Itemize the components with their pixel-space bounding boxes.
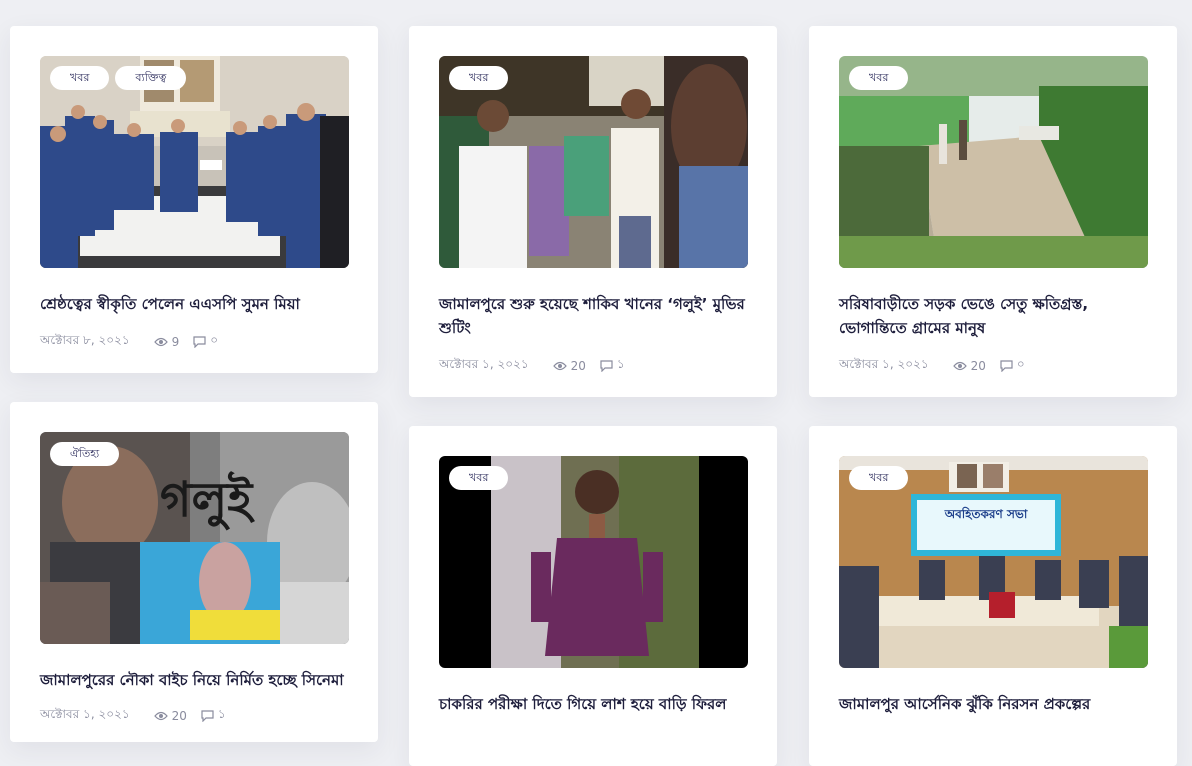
post-title[interactable]: চাকরির পরীক্ষা দিতে গিয়ে লাশ হয়ে বাড়ি…: [439, 692, 747, 716]
views-count: 20: [570, 359, 586, 373]
post-views: 9: [153, 335, 180, 349]
post-meta: অক্টোবর ১, ২০২১ 20 ১: [40, 706, 348, 726]
comment-icon: [600, 360, 613, 372]
tag-list: খবর: [449, 466, 509, 490]
post-thumbnail[interactable]: খবর: [839, 56, 1148, 268]
column-3: খবর সরিষাবাড়ীতে সড়ক ভেঙে সেতু ক্ষতিগ্র…: [809, 26, 1177, 766]
post-thumbnail[interactable]: খবর: [439, 56, 748, 268]
post-meta: অক্টোবর ১, ২০২১ 20 ১: [439, 356, 747, 376]
post-thumbnail[interactable]: অবহিতকরণ সভা খবর: [839, 456, 1148, 668]
post-card: অবহিতকরণ সভা খবর জামালপুর আর্সেনিক ঝুঁকি…: [809, 426, 1177, 766]
post-title[interactable]: শ্রেষ্ঠত্বের স্বীকৃতি পেলেন এএসপি সুমন ম…: [40, 292, 348, 316]
comments-count: ০: [210, 333, 219, 347]
post-date: অক্টোবর ১, ২০২১: [40, 707, 130, 721]
eye-icon: [153, 711, 168, 721]
post-comments[interactable]: ১: [600, 356, 625, 376]
views-count: 20: [171, 709, 187, 723]
tag-news[interactable]: খবর: [50, 66, 110, 90]
post-views: 20: [153, 709, 187, 723]
comment-icon: [193, 336, 206, 348]
post-date: অক্টোবর ১, ২০২১: [439, 357, 529, 371]
post-views: 20: [552, 359, 586, 373]
tag-heritage[interactable]: ঐতিহ্য: [50, 442, 120, 466]
post-thumbnail[interactable]: খবর: [439, 456, 748, 668]
tag-news[interactable]: খবর: [449, 66, 509, 90]
post-comments[interactable]: ০: [1000, 356, 1025, 376]
comment-icon: [201, 710, 214, 722]
comments-count: ১: [616, 357, 625, 371]
post-card: খবর জামালপুরে শুরু হয়েছে শাকিব খানের ‘গ…: [409, 26, 777, 397]
post-views: 20: [952, 359, 986, 373]
column-1: খবর ব্যক্তিত্ব শ্রেষ্ঠত্বের স্বীকৃতি পেল…: [10, 26, 378, 742]
poster-title: গলুই: [160, 471, 255, 531]
banner-title: অবহিতকরণ সভা: [944, 506, 1028, 521]
post-title[interactable]: জামালপুরে শুরু হয়েছে শাকিব খানের ‘গলুই’…: [439, 292, 747, 340]
post-title[interactable]: জামালপুর আর্সেনিক ঝুঁকি নিরসন প্রকল্পের: [839, 692, 1147, 716]
eye-icon: [952, 361, 967, 371]
tag-personality[interactable]: ব্যক্তিত্ব: [115, 66, 187, 90]
tag-news[interactable]: খবর: [449, 466, 509, 490]
post-title[interactable]: সরিষাবাড়ীতে সড়ক ভেঙে সেতু ক্ষতিগ্রস্ত,…: [839, 292, 1147, 340]
comments-count: ০: [1016, 357, 1025, 371]
tag-news[interactable]: খবর: [849, 466, 909, 490]
post-date: অক্টোবর ৮, ২০২১: [40, 333, 130, 347]
post-card: গলুই ঐতিহ্য জামালপুরের নৌকা বাইচ নিয়ে ন…: [10, 402, 378, 742]
tag-list: খবর: [849, 466, 909, 490]
comment-icon: [1000, 360, 1013, 372]
post-comments[interactable]: ০: [193, 332, 218, 352]
post-date: অক্টোবর ১, ২০২১: [839, 357, 929, 371]
post-card: খবর ব্যক্তিত্ব শ্রেষ্ঠত্বের স্বীকৃতি পেল…: [10, 26, 378, 373]
views-count: 20: [970, 359, 986, 373]
post-thumbnail[interactable]: গলুই ঐতিহ্য: [40, 432, 349, 644]
tag-list: ঐতিহ্য: [50, 442, 120, 466]
post-card: খবর সরিষাবাড়ীতে সড়ক ভেঙে সেতু ক্ষতিগ্র…: [809, 26, 1177, 397]
tag-list: খবর: [849, 66, 909, 90]
tag-list: খবর: [449, 66, 509, 90]
post-card: খবর চাকরির পরীক্ষা দিতে গিয়ে লাশ হয়ে ব…: [409, 426, 777, 766]
post-meta: অক্টোবর ১, ২০২১ 20 ০: [839, 356, 1147, 376]
eye-icon: [153, 337, 168, 347]
post-title[interactable]: জামালপুরের নৌকা বাইচ নিয়ে নির্মিত হচ্ছে…: [40, 668, 348, 692]
comments-count: ১: [217, 707, 226, 721]
tag-list: খবর ব্যক্তিত্ব: [50, 66, 187, 90]
column-2: খবর জামালপুরে শুরু হয়েছে শাকিব খানের ‘গ…: [409, 26, 777, 766]
views-count: 9: [171, 335, 180, 349]
post-thumbnail[interactable]: খবর ব্যক্তিত্ব: [40, 56, 349, 268]
post-meta: অক্টোবর ৮, ২০২১ 9 ০: [40, 332, 348, 352]
tag-news[interactable]: খবর: [849, 66, 909, 90]
eye-icon: [552, 361, 567, 371]
post-comments[interactable]: ১: [201, 706, 226, 726]
